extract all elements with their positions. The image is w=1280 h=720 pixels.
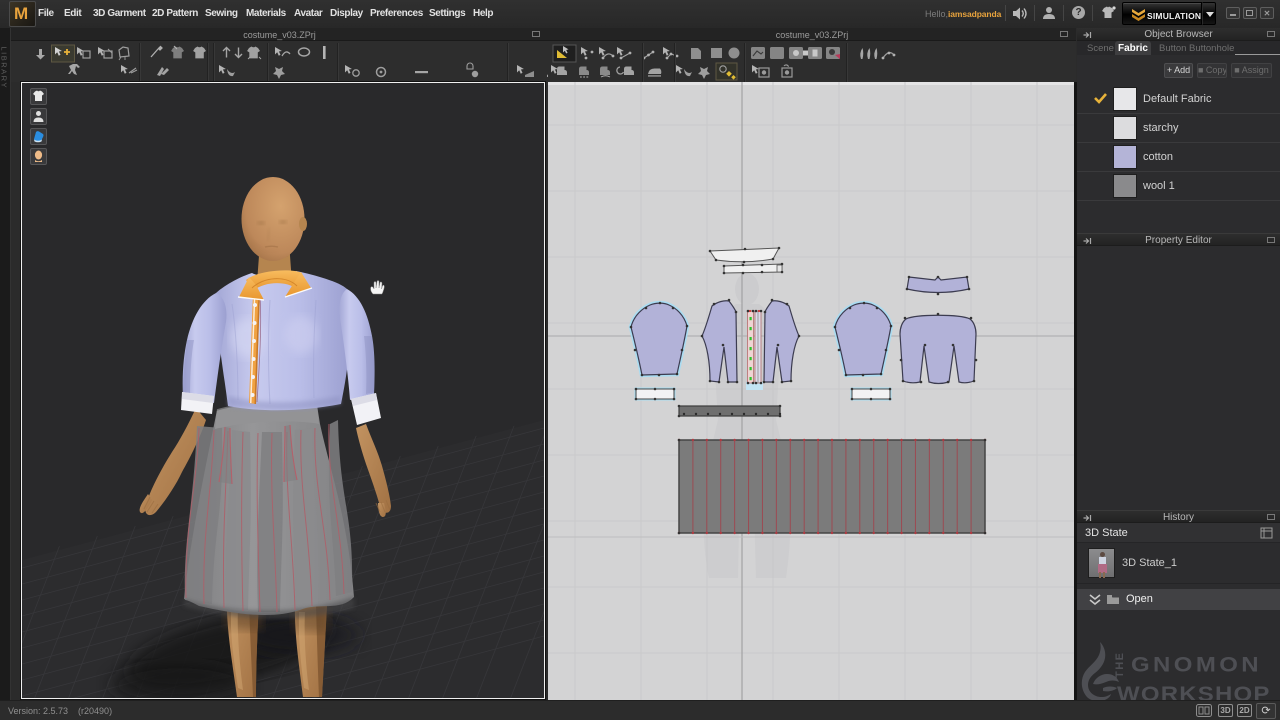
svg-text:WORKSHOP: WORKSHOP	[1117, 681, 1271, 700]
svg-text:THE: THE	[1114, 652, 1126, 679]
svg-text:GNOMON: GNOMON	[1131, 653, 1262, 676]
